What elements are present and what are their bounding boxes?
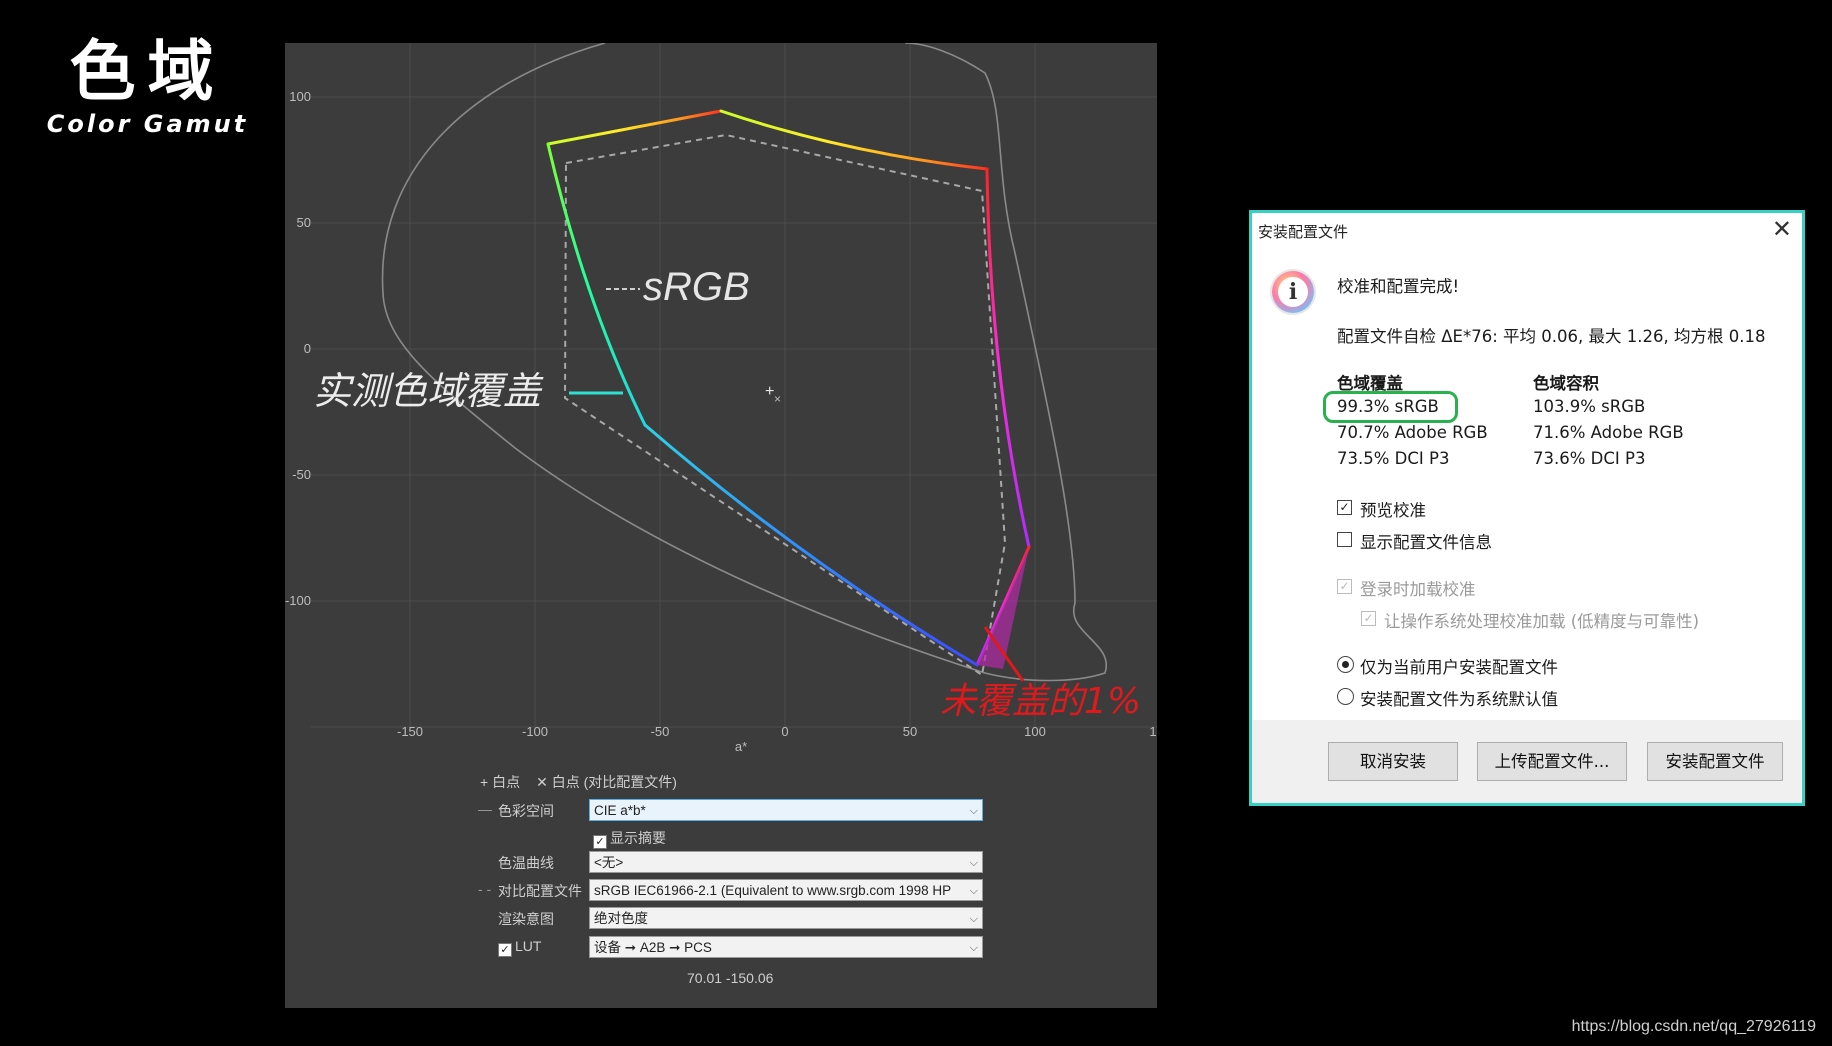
color-curve-label: 色温曲线 [498,855,554,871]
coverage-adobe: 70.7% Adobe RGB [1337,423,1488,442]
colorspace-label: 色彩空间 [498,803,554,819]
lut-label: LUT [515,938,542,954]
gamut-panel: 100 50 0 -50 -100 -150 -100 -50 0 50 100… [285,43,1157,1008]
install-profile-dialog: 安装配置文件 ✕ i 校准和配置完成! 配置文件自检 ΔE*76: 平均 0.0… [1249,210,1805,806]
compare-profile-value: sRGB IEC61966-2.1 (Equivalent to www.srg… [594,883,952,898]
intent-select[interactable]: 绝对色度 ⌵ [589,907,983,929]
selfcheck-text: 配置文件自检 ΔE*76: 平均 0.06, 最大 1.26, 均方根 0.18 [1337,327,1766,346]
dialog-footer: 取消安装 上传配置文件... 安装配置文件 [1252,720,1802,803]
volume-adobe: 71.6% Adobe RGB [1533,423,1684,442]
intent-value: 绝对色度 [594,911,648,926]
plus-icon: + [480,774,489,790]
cancel-install-button[interactable]: 取消安装 [1328,742,1458,781]
colorspace-value: CIE a*b* [594,803,646,818]
cursor-coordinates: 70.01 -150.06 [687,970,774,986]
check-icon: ✓ [593,835,607,849]
chevron-down-icon: ⌵ [969,885,978,897]
chevron-down-icon: ⌵ [969,913,978,925]
color-curve-select[interactable]: <无> ⌵ [589,851,983,873]
info-icon: i [1272,271,1314,313]
os-load-label: 让操作系统处理校准加载 (低精度与可靠性) [1384,612,1700,631]
completion-message: 校准和配置完成! [1337,277,1460,296]
color-curve-value: <无> [594,855,624,870]
preview-calibration-label[interactable]: 预览校准 [1360,497,1426,521]
volume-header: 色域容积 [1533,374,1599,393]
install-system-default-radio[interactable] [1337,688,1354,705]
lut-value: 设备 ➞ A2B ➞ PCS [594,940,712,955]
show-summary-label: 显示摘要 [610,830,666,846]
chevron-down-icon: ⌵ [969,805,978,817]
dialog-title: 安装配置文件 [1258,223,1349,241]
compare-profile-select[interactable]: sRGB IEC61966-2.1 (Equivalent to www.srg… [589,879,983,901]
install-current-user-label[interactable]: 仅为当前用户安装配置文件 [1360,654,1558,678]
cross-icon: ✕ [536,774,548,790]
check-icon: ✓ [498,943,512,957]
slide-title-zh: 色域 [69,33,226,110]
load-on-login-checkbox[interactable]: ✓ [1337,579,1352,594]
install-current-user-radio[interactable] [1337,656,1354,673]
upload-profile-button[interactable]: 上传配置文件... [1477,742,1627,781]
install-profile-button[interactable]: 安装配置文件 [1647,742,1783,781]
slide-title: 色域 Color Gamut [40,33,255,139]
load-on-login-label: 登录时加载校准 [1360,580,1476,599]
intent-label: 渲染意图 [498,911,554,927]
chevron-down-icon: ⌵ [969,942,978,954]
chevron-down-icon: ⌵ [969,857,978,869]
volume-srgb: 103.9% sRGB [1533,397,1646,416]
lut-select[interactable]: 设备 ➞ A2B ➞ PCS ⌵ [589,936,983,958]
volume-dcip3: 73.6% DCI P3 [1533,449,1646,468]
coverage-dcip3: 73.5% DCI P3 [1337,449,1450,468]
lut-checkbox[interactable]: ✓ LUT [498,938,541,957]
compare-profile-label: 对比配置文件 [498,883,582,899]
legend-whitepoint-compare: 白点 (对比配置文件) [551,774,677,790]
show-profile-info-label[interactable]: 显示配置文件信息 [1360,529,1492,553]
coverage-srgb: 99.3% sRGB [1337,397,1439,416]
legend-whitepoint: 白点 [492,774,521,790]
chart-legend: + 白点 ✕ 白点 (对比配置文件) [480,772,677,792]
solid-line-icon: — [478,801,492,817]
slide-title-en: Color Gamut [46,110,249,138]
colorspace-select[interactable]: CIE a*b* ⌵ [589,799,983,821]
close-icon[interactable]: ✕ [1772,215,1792,243]
preview-calibration-checkbox[interactable]: ✓ [1337,500,1352,515]
show-summary-checkbox[interactable]: ✓ 显示摘要 [593,828,666,849]
install-system-default-label[interactable]: 安装配置文件为系统默认值 [1360,686,1558,710]
dashed-line-icon: - - [478,881,492,897]
os-load-checkbox[interactable]: ✓ [1361,611,1376,626]
watermark: https://blog.csdn.net/qq_27926119 [1571,1018,1816,1035]
show-profile-info-checkbox[interactable] [1337,532,1352,547]
